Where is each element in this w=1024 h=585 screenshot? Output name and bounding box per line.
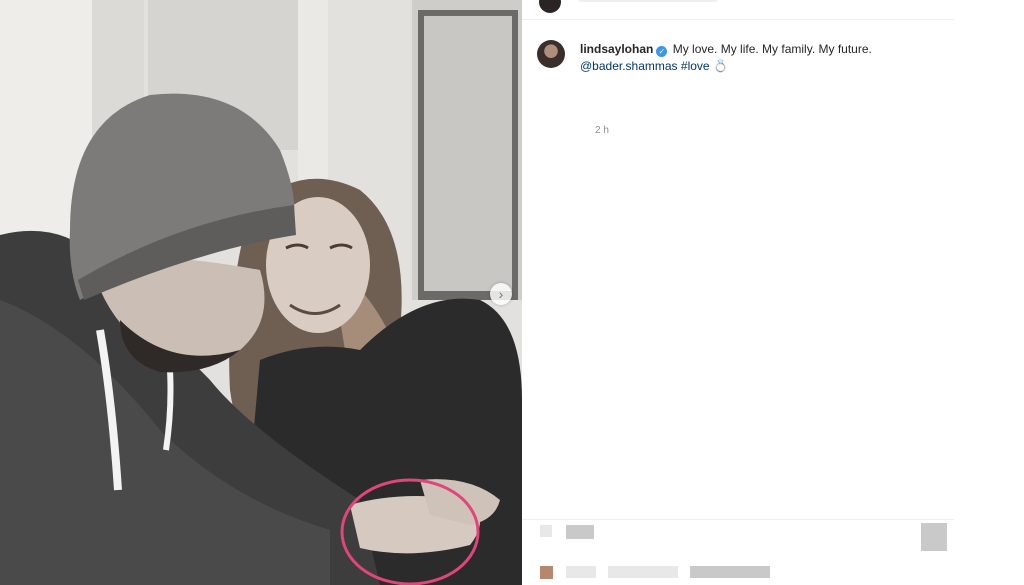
post-photo[interactable]: › — [0, 0, 522, 585]
liker-avatar-blurred — [540, 566, 553, 579]
header-username-blurred — [578, 0, 718, 2]
carousel-next-button[interactable]: › — [490, 283, 512, 305]
header-avatar[interactable] — [539, 0, 561, 13]
action-icons-blurred[interactable] — [566, 525, 594, 539]
likes-text-blurred-1 — [566, 566, 596, 578]
ring-emoji-icon: 💍 — [712, 59, 728, 73]
timestamp[interactable]: 2 h — [595, 125, 609, 136]
chevron-right-icon: › — [498, 286, 504, 302]
verified-badge-icon: ✓ — [656, 46, 668, 57]
username-link[interactable]: lindsaylohan — [580, 42, 653, 56]
post-header — [522, 0, 954, 20]
hashtag-link[interactable]: #love — [681, 59, 710, 73]
caption-text: My love. My life. My family. My future. — [672, 42, 872, 56]
photo-illustration — [0, 0, 522, 585]
heart-icon-blurred[interactable] — [540, 525, 552, 537]
avatar[interactable] — [537, 40, 565, 68]
bookmark-icon-blurred[interactable] — [921, 523, 947, 551]
mention-link[interactable]: @bader.shammas — [580, 59, 678, 73]
actions-divider — [522, 519, 954, 520]
caption: lindsaylohan ✓ My love. My life. My famil… — [580, 41, 940, 75]
likes-text-blurred-2 — [608, 566, 678, 578]
post-details-panel: lindsaylohan ✓ My love. My life. My famil… — [522, 0, 1024, 585]
likes-text-blurred-3 — [690, 566, 770, 578]
